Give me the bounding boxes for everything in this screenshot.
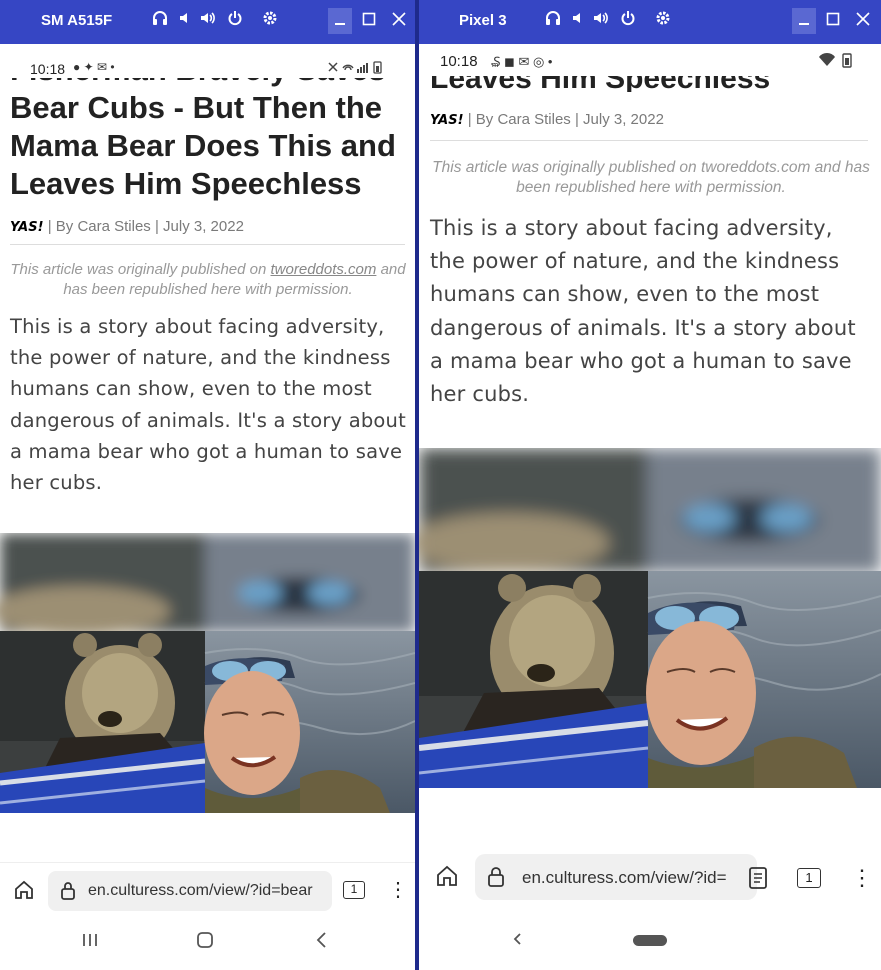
address-bar[interactable]: en.culturess.com/view/?id= [475,854,757,900]
headset-icon[interactable] [150,10,170,32]
system-nav-bar [419,910,881,970]
more-menu-icon[interactable]: ⋮ [851,864,873,892]
system-nav-bar [0,918,415,970]
gear-icon[interactable] [260,10,280,32]
address-bar[interactable]: en.culturess.com/view/?id=bear [48,871,332,911]
source-link[interactable]: tworeddots.com [271,261,377,278]
notification-icons: ● ✦ ✉ • [73,60,115,74]
status-bar: 10:18 ₷ ◼ ✉ ◎ • [419,44,881,76]
reader-mode-icon[interactable] [747,866,769,890]
minimize-button[interactable] [792,8,816,34]
article-headline: Bear Cubs - But Then the Mama Bear Does … [10,90,396,201]
yas-logo: YAS! [430,113,464,128]
home-nav-icon[interactable] [195,930,215,950]
power-icon[interactable] [225,10,245,32]
volume-up-icon[interactable] [591,10,611,32]
back-icon[interactable] [312,930,332,950]
clock: 10:18 [440,53,478,70]
volume-down-icon[interactable] [568,10,588,32]
url-text: en.culturess.com/view/?id=bear [88,882,313,899]
power-icon[interactable] [618,10,638,32]
volume-up-icon[interactable] [198,10,218,32]
bear-photo [419,448,881,788]
republish-note: This article was originally published on… [10,261,406,298]
status-bar: 10:18 ● ✦ ✉ • [0,44,415,78]
maximize-button[interactable] [821,8,845,34]
republish-note: This article was originally published on… [432,159,870,196]
yas-logo: YAS! [10,220,44,235]
minimize-button[interactable] [328,8,352,34]
title-bar: Pixel 3 [419,0,881,44]
home-pill[interactable] [633,935,667,946]
maximize-button[interactable] [357,8,381,34]
article-page: Fisherman Bravely Saves Bear Cubs - But … [0,78,415,862]
device-name: Pixel 3 [459,12,507,29]
title-bar: SM A515F [0,0,415,44]
gear-icon[interactable] [653,10,673,32]
byline: YAS! | By Cara Stiles | July 3, 2022 [10,218,244,235]
article-lead: This is a story about facing adversity, … [10,315,406,495]
byline-text: | By Cara Stiles | July 3, 2022 [47,218,244,235]
notification-icons: ₷ ◼ ✉ ◎ • [491,54,553,69]
url-text: en.culturess.com/view/?id= [522,868,727,887]
headline-cut: Fisherman Bravely Saves [10,78,405,89]
device-window-left: SM A515F 10:18 ● ✦ ✉ • Bear Cubs - But T… [0,0,415,970]
article-page: Leaves Him Speechless YAS! | By Cara Sti… [419,76,881,846]
byline: YAS! | By Cara Stiles | July 3, 2022 [430,111,664,128]
article-lead: This is a story about facing adversity, … [430,216,856,407]
browser-toolbar: en.culturess.com/view/?id=bear 1 ⋮ [0,862,415,918]
signal-icons [327,60,387,77]
device-name: SM A515F [41,12,113,29]
more-menu-icon[interactable]: ⋮ [388,877,408,903]
tab-switcher-button[interactable]: 1 [343,881,365,899]
close-button[interactable] [851,8,875,34]
divider [430,140,868,141]
back-icon[interactable] [509,930,527,948]
article-headline: Leaves Him Speechless [430,76,870,92]
bear-photo [0,533,415,813]
byline-text: | By Cara Stiles | July 3, 2022 [467,111,664,128]
clock: 10:18 [30,61,66,77]
home-icon[interactable] [435,864,459,888]
device-window-right: Pixel 3 10:18 ₷ ◼ ✉ ◎ • YAS! | By Cara S… [419,0,881,970]
browser-toolbar: en.culturess.com/view/?id= 1 ⋮ [419,846,881,910]
volume-down-icon[interactable] [175,10,195,32]
home-icon[interactable] [12,879,36,903]
signal-icons [817,52,853,71]
headset-icon[interactable] [543,10,563,32]
close-button[interactable] [387,8,411,34]
divider [10,244,405,245]
recents-icon[interactable] [80,930,100,950]
tab-switcher-button[interactable]: 1 [797,868,821,888]
